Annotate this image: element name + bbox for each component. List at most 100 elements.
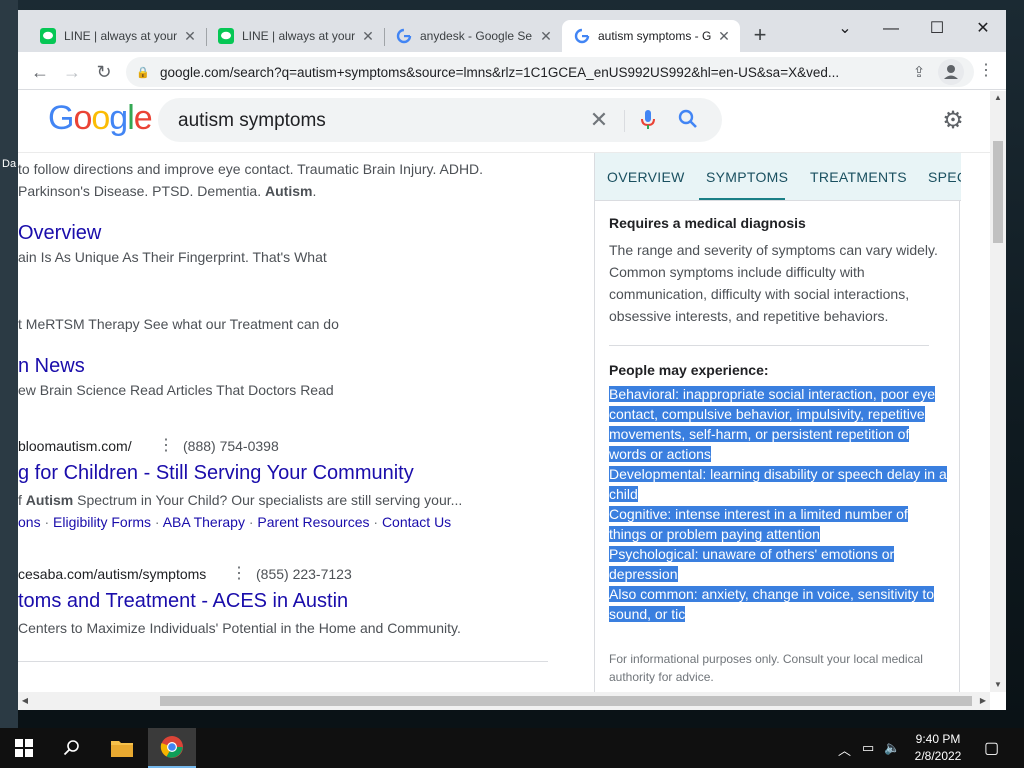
- tab-specialists[interactable]: SPEC: [928, 169, 961, 185]
- tab-treatments[interactable]: TREATMENTS: [810, 169, 907, 185]
- result-title-link[interactable]: g for Children - Still Serving Your Comm…: [18, 462, 414, 485]
- tab-search-icon[interactable]: ⌄: [822, 16, 868, 42]
- close-icon[interactable]: ✕: [182, 28, 198, 45]
- tab-title: LINE | always at your: [242, 29, 356, 43]
- scroll-up-icon[interactable]: ▲: [990, 91, 1006, 105]
- result-phone[interactable]: (855) 223-7123: [256, 566, 352, 582]
- symptom-line: movements, self-harm, or persistent repe…: [609, 426, 910, 442]
- file-explorer-icon[interactable]: [98, 728, 146, 768]
- share-icon[interactable]: ⇪: [904, 63, 934, 81]
- search-box[interactable]: autism symptoms ✕: [158, 98, 722, 142]
- scroll-left-icon[interactable]: ◀: [18, 692, 32, 710]
- symptom-line: Psychological: unaware of others' emotio…: [609, 546, 895, 562]
- sitelink[interactable]: Contact Us: [382, 514, 451, 530]
- tab-line-2[interactable]: LINE | always at your ✕: [206, 20, 384, 52]
- back-button[interactable]: ←: [26, 58, 54, 86]
- minimize-button[interactable]: —: [868, 16, 914, 42]
- people-may-experience-heading: People may experience:: [609, 362, 769, 378]
- tab-line-1[interactable]: LINE | always at your ✕: [28, 20, 206, 52]
- panel-heading: Requires a medical diagnosis: [609, 215, 806, 231]
- sitelink[interactable]: Parent Resources: [257, 514, 369, 530]
- symptom-line: Developmental: learning disability or sp…: [609, 466, 947, 482]
- result-snippet: Centers to Maximize Individuals' Potenti…: [18, 620, 461, 636]
- desktop-icon-label: Da: [2, 158, 17, 170]
- search-icon[interactable]: [676, 107, 700, 131]
- symptom-line: Behavioral: inappropriate social interac…: [609, 386, 936, 402]
- forward-button[interactable]: →: [58, 58, 86, 86]
- reload-button[interactable]: ↻: [90, 58, 118, 86]
- tab-autism-symptoms[interactable]: autism symptoms - G ✕: [562, 20, 740, 52]
- panel-tabs: OVERVIEW SYMPTOMS TREATMENTS SPEC: [595, 153, 961, 201]
- symptom-line: words or actions: [609, 446, 711, 462]
- desktop-left-strip: [0, 0, 18, 728]
- microphone-icon[interactable]: [638, 108, 658, 132]
- tab-title: LINE | always at your: [64, 29, 178, 43]
- tab-symptoms[interactable]: SYMPTOMS: [706, 169, 788, 185]
- tab-overview[interactable]: OVERVIEW: [607, 169, 685, 185]
- notifications-icon[interactable]: ▢: [984, 738, 999, 758]
- volume-muted-icon[interactable]: 🔈: [884, 740, 900, 756]
- sitelink[interactable]: ons: [18, 514, 41, 530]
- line-icon: [40, 28, 56, 44]
- clock-time: 9:40 PM: [915, 732, 961, 746]
- horizontal-scroll-thumb[interactable]: [160, 696, 972, 706]
- show-hidden-icons-icon[interactable]: ︿: [838, 740, 851, 759]
- clear-search-icon[interactable]: ✕: [586, 107, 612, 133]
- panel-disclaimer: For informational purposes only. Consult…: [609, 652, 923, 684]
- line-icon: [218, 28, 234, 44]
- close-icon[interactable]: ✕: [538, 28, 554, 45]
- scroll-right-icon[interactable]: ▶: [976, 692, 990, 710]
- symptom-line: sound, or tic: [609, 606, 686, 622]
- result-phone[interactable]: (888) 754-0398: [183, 438, 279, 454]
- more-options-icon[interactable]: ⋮: [231, 563, 247, 583]
- lock-icon[interactable]: 🔒: [136, 66, 150, 79]
- symptom-line: Cognitive: intense interest in a limited…: [609, 506, 908, 522]
- panel-divider: [609, 345, 929, 346]
- maximize-button[interactable]: ☐: [914, 16, 960, 42]
- scroll-down-icon[interactable]: ▼: [990, 678, 1006, 692]
- close-window-button[interactable]: ✕: [960, 16, 1006, 42]
- taskbar-clock[interactable]: 9:40 PM 2/8/2022: [900, 731, 976, 765]
- vertical-scrollbar[interactable]: ▲ ▼: [990, 91, 1006, 692]
- result-title-link[interactable]: n News: [18, 355, 85, 378]
- symptom-line: things or problem paying attention: [609, 526, 820, 542]
- result-snippet: ew Brain Science Read Articles That Doct…: [18, 382, 334, 398]
- new-tab-button[interactable]: +: [748, 24, 772, 48]
- google-icon: [396, 28, 412, 44]
- more-options-icon[interactable]: ⋮: [158, 435, 174, 455]
- windows-start-icon[interactable]: [0, 728, 48, 768]
- selected-symptom-text[interactable]: Behavioral: inappropriate social interac…: [609, 384, 949, 624]
- result-title-link[interactable]: toms and Treatment - ACES in Austin: [18, 590, 348, 613]
- result-snippet: ain Is As Unique As Their Fingerprint. T…: [18, 249, 327, 265]
- network-icon[interactable]: ▭: [862, 740, 874, 756]
- chrome-taskbar-icon[interactable]: [148, 728, 196, 768]
- clock-date: 2/8/2022: [914, 749, 962, 763]
- result-title-link[interactable]: Overview: [18, 222, 101, 245]
- address-bar[interactable]: 🔒 google.com/search?q=autism+symptoms&so…: [126, 57, 974, 87]
- sitelink[interactable]: Eligibility Forms: [53, 514, 151, 530]
- tab-anydesk[interactable]: anydesk - Google Se ✕: [384, 20, 562, 52]
- panel-summary: The range and severity of symptoms can v…: [609, 242, 938, 324]
- url-text[interactable]: google.com/search?q=autism+symptoms&sour…: [160, 65, 904, 80]
- google-logo[interactable]: Google: [48, 99, 153, 138]
- chrome-window: LINE | always at your ✕ LINE | always at…: [18, 10, 1006, 710]
- result-snippet: Parkinson's Disease. PTSD. Dementia. Aut…: [18, 183, 317, 199]
- result-snippet: to follow directions and improve eye con…: [18, 161, 484, 177]
- horizontal-scrollbar[interactable]: ◀ ▶: [18, 692, 990, 710]
- gear-icon[interactable]: ⚙: [940, 108, 966, 134]
- search-input[interactable]: autism symptoms: [178, 110, 326, 132]
- result-url[interactable]: bloomautism.com/: [18, 438, 132, 454]
- result-url[interactable]: cesaba.com/autism/symptoms: [18, 566, 206, 582]
- windows-taskbar: ︿ ▭ 🔈 9:40 PM 2/8/2022 ▢: [0, 728, 1024, 768]
- result-snippet: t MeRTSM Therapy See what our Treatment …: [18, 316, 339, 332]
- sitelink[interactable]: ABA Therapy: [163, 514, 245, 530]
- results-divider: [18, 661, 548, 662]
- search-icon[interactable]: [48, 728, 96, 768]
- close-icon[interactable]: ✕: [716, 28, 732, 45]
- vertical-scroll-thumb[interactable]: [993, 141, 1003, 243]
- close-icon[interactable]: ✕: [360, 28, 376, 45]
- panel-body: Requires a medical diagnosis The range a…: [609, 215, 949, 686]
- profile-avatar[interactable]: [938, 59, 964, 85]
- chrome-menu-icon[interactable]: ⋮: [976, 60, 996, 80]
- symptom-line: contact, compulsive behavior, impulsivit…: [609, 406, 925, 422]
